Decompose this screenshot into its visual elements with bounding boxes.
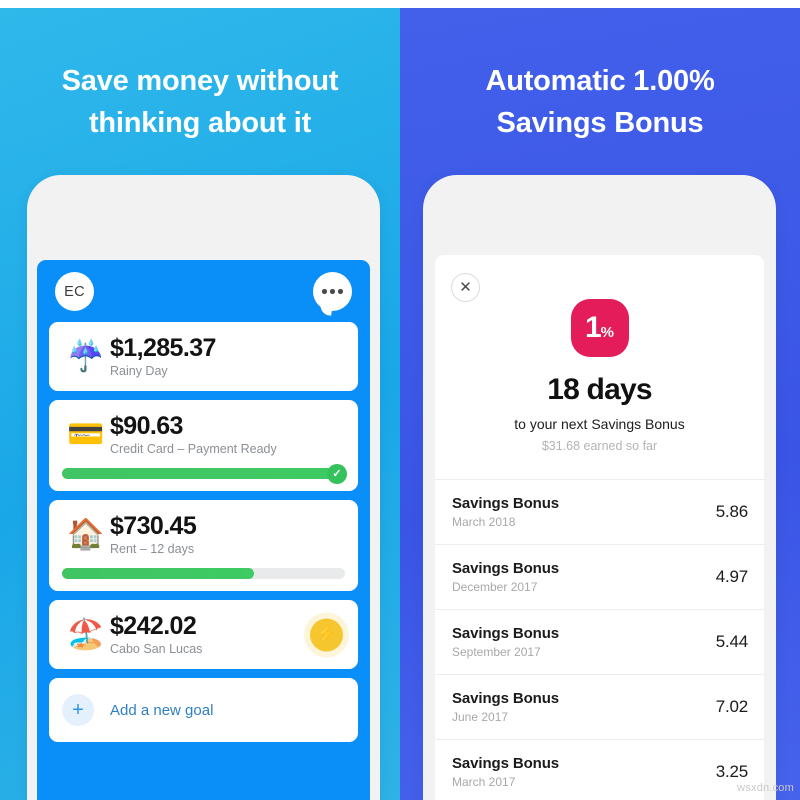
bonus-item-amount: 5.44 bbox=[715, 632, 748, 651]
add-goal-row: + Add a new goal bbox=[62, 690, 345, 730]
goals-app-screen: EC ☔ $1,285.37 Rainy Day 💳 $90.63 Credit… bbox=[37, 260, 370, 800]
add-goal-label: Add a new goal bbox=[110, 701, 214, 719]
percent-badge: 1% bbox=[570, 299, 629, 357]
goal-label: Rent – 12 days bbox=[110, 542, 195, 556]
goal-row: 💳 $90.63 Credit Card – Payment Ready bbox=[62, 412, 345, 457]
goal-text: $730.45 Rent – 12 days bbox=[110, 512, 345, 557]
bonus-list-item[interactable]: Savings Bonus June 2017 7.02 bbox=[435, 674, 764, 739]
bonus-list-item[interactable]: Savings Bonus March 2018 5.86 bbox=[435, 479, 764, 544]
bonus-item-text: Savings Bonus March 2018 bbox=[452, 495, 559, 529]
goal-progress-fill: ✓ bbox=[62, 463, 347, 484]
close-icon[interactable]: ✕ bbox=[451, 273, 480, 302]
bonus-item-amount: 3.25 bbox=[715, 762, 748, 781]
bonus-item-title: Savings Bonus bbox=[452, 495, 560, 512]
goal-card[interactable]: 🏠 $730.45 Rent – 12 days bbox=[49, 500, 358, 591]
bonus-item-amount: 7.02 bbox=[715, 697, 748, 716]
bonus-item-text: Savings Bonus December 2017 bbox=[452, 560, 559, 594]
avatar[interactable]: EC bbox=[55, 272, 94, 311]
check-icon: ✓ bbox=[327, 463, 347, 484]
left-headline-line-1: Save money without bbox=[61, 65, 339, 97]
countdown-subtitle: to your next Savings Bonus bbox=[514, 416, 685, 432]
bonus-item-amount: 4.97 bbox=[715, 567, 748, 586]
ellipsis-dots bbox=[322, 289, 343, 294]
goal-label: Credit Card – Payment Ready bbox=[110, 442, 277, 456]
days-countdown: 18 days bbox=[547, 373, 652, 406]
goal-label: Cabo San Lucas bbox=[110, 642, 203, 656]
goal-row: 🏠 $730.45 Rent – 12 days bbox=[62, 512, 345, 557]
app-top-bar: EC bbox=[49, 260, 358, 322]
avatar-initials: EC bbox=[64, 283, 85, 300]
left-headline: Save money without thinking about it bbox=[0, 60, 400, 144]
bonus-item-text: Savings Bonus March 2017 bbox=[452, 755, 559, 789]
credit-card-icon: 💳 bbox=[67, 417, 105, 451]
goal-text: $1,285.37 Rainy Day bbox=[110, 334, 345, 379]
bonus-item-date: March 2017 bbox=[452, 775, 516, 789]
goal-row: 🏖️ $242.02 Cabo San Lucas ⚡ bbox=[62, 612, 345, 657]
bonus-list-item[interactable]: Savings Bonus December 2017 4.97 bbox=[435, 544, 764, 609]
goal-card[interactable]: ☔ $1,285.37 Rainy Day bbox=[49, 322, 358, 391]
lightning-bolt-badge[interactable]: ⚡ bbox=[310, 618, 343, 651]
goal-progress-fill bbox=[62, 568, 255, 579]
savings-bonus-hero: 1% 18 days to your next Savings Bonus $3… bbox=[435, 255, 764, 479]
phone-mockup-right: ✕ 1% 18 days to your next Savings Bonus … bbox=[423, 175, 776, 800]
bonus-item-title: Savings Bonus bbox=[452, 625, 560, 642]
earned-so-far: $31.68 earned so far bbox=[541, 439, 658, 453]
right-headline: Automatic 1.00% Savings Bonus bbox=[400, 60, 800, 144]
percent-number: 1 bbox=[584, 311, 602, 344]
right-headline-line-1: Automatic 1.00% bbox=[485, 65, 715, 97]
goal-card[interactable]: 💳 $90.63 Credit Card – Payment Ready ✓ bbox=[49, 400, 358, 491]
bonus-item-date: March 2018 bbox=[452, 515, 516, 529]
goal-progress-bar: ✓ bbox=[62, 463, 347, 484]
savings-bonus-list: Savings Bonus March 2018 5.86 Savings Bonus… bbox=[435, 479, 764, 800]
bonus-item-amount: 5.86 bbox=[715, 502, 748, 521]
left-headline-line-2: thinking about it bbox=[88, 107, 312, 139]
phone-mockup-left: EC ☔ $1,285.37 Rainy Day 💳 $90.63 Credit… bbox=[27, 175, 380, 800]
bonus-item-date: September 2017 bbox=[452, 645, 541, 659]
bonus-item-text: Savings Bonus September 2017 bbox=[452, 625, 559, 659]
house-icon: 🏠 bbox=[67, 517, 105, 551]
umbrella-with-rain-icon: ☔ bbox=[67, 339, 105, 373]
plus-icon: + bbox=[62, 694, 94, 726]
goal-progress-bar bbox=[62, 568, 345, 579]
bonus-item-title: Savings Bonus bbox=[452, 690, 560, 707]
goal-amount: $730.45 bbox=[110, 512, 197, 540]
goal-amount: $1,285.37 bbox=[110, 334, 216, 362]
chat-bubble-icon[interactable] bbox=[313, 272, 352, 311]
percent-symbol: % bbox=[600, 324, 615, 341]
goal-card[interactable]: 🏖️ $242.02 Cabo San Lucas ⚡ bbox=[49, 600, 358, 669]
bonus-item-title: Savings Bonus bbox=[452, 560, 560, 577]
beach-umbrella-icon: 🏖️ bbox=[67, 617, 105, 651]
savings-bonus-sheet: ✕ 1% 18 days to your next Savings Bonus … bbox=[435, 255, 764, 800]
right-headline-line-2: Savings Bonus bbox=[496, 107, 704, 139]
goal-row: ☔ $1,285.37 Rainy Day bbox=[62, 334, 345, 379]
bonus-item-text: Savings Bonus June 2017 bbox=[452, 690, 559, 724]
bonus-item-title: Savings Bonus bbox=[452, 755, 560, 772]
bonus-list-item[interactable]: Savings Bonus March 2017 3.25 bbox=[435, 739, 764, 800]
screenshot-root: Save money without thinking about it Aut… bbox=[0, 0, 800, 800]
bonus-list-item[interactable]: Savings Bonus September 2017 5.44 bbox=[435, 609, 764, 674]
goal-label: Rainy Day bbox=[110, 364, 168, 378]
bonus-item-date: June 2017 bbox=[452, 710, 509, 724]
goal-text: $90.63 Credit Card – Payment Ready bbox=[110, 412, 345, 457]
add-goal-card[interactable]: + Add a new goal bbox=[49, 678, 358, 742]
bonus-item-date: December 2017 bbox=[452, 580, 538, 594]
watermark: wsxdn.com bbox=[737, 782, 794, 794]
goal-amount: $90.63 bbox=[110, 412, 183, 440]
